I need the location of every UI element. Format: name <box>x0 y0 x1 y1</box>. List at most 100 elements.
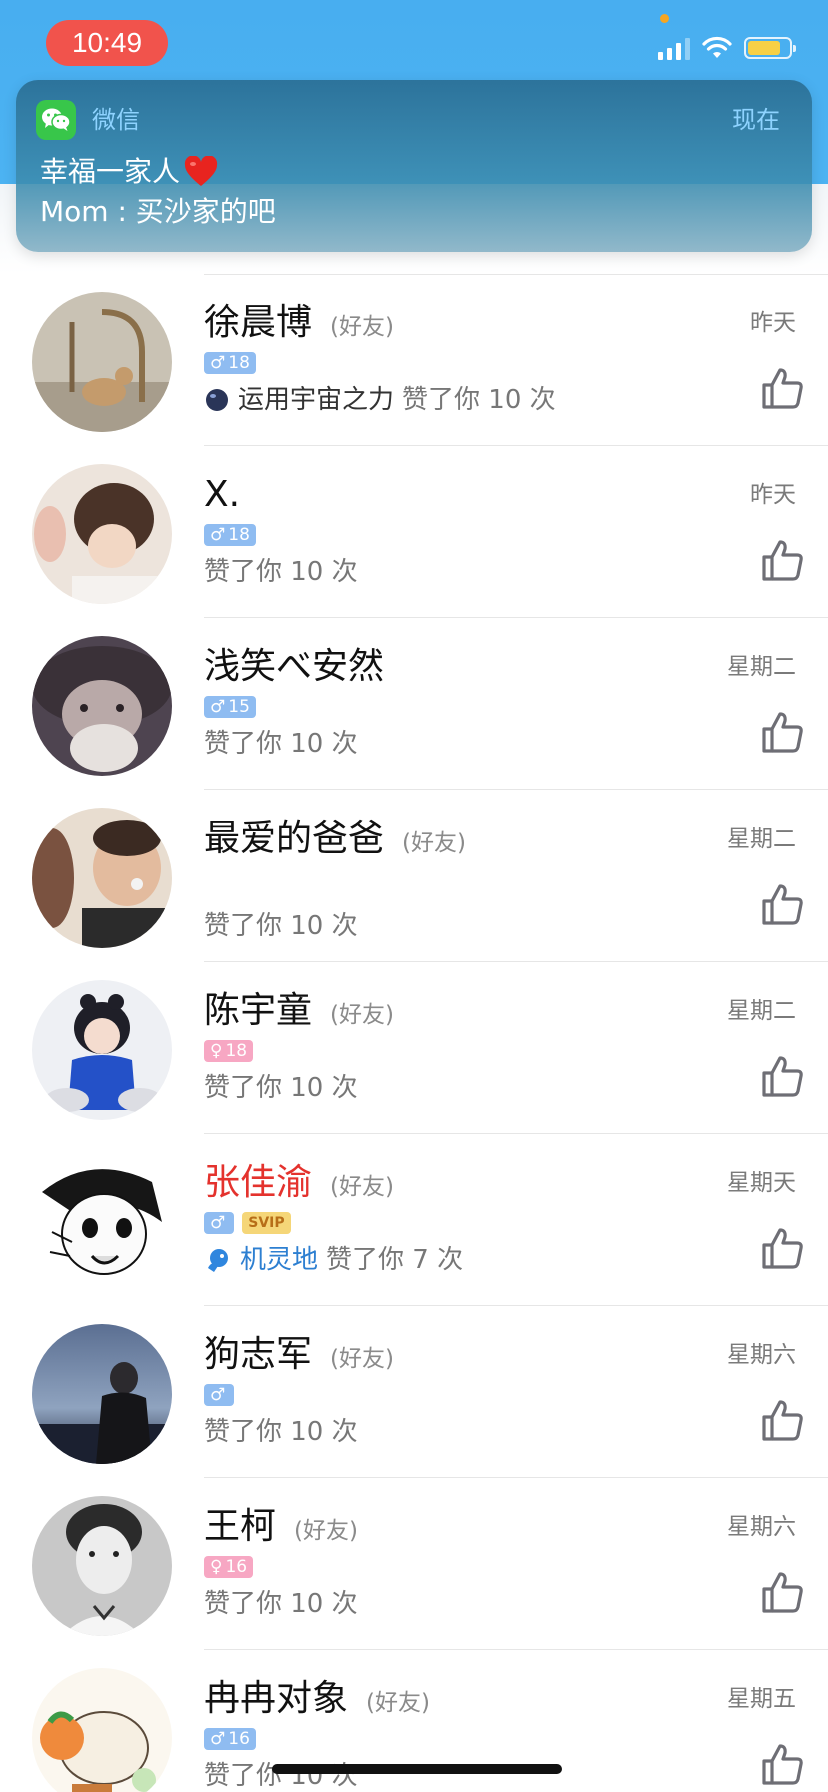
like-summary: 赞了你 10 次 <box>204 1068 358 1108</box>
gender-symbol: ♂ <box>210 1729 226 1749</box>
group-name[interactable]: 运用宇宙之力 <box>238 380 394 420</box>
user-name[interactable]: X. <box>204 472 240 518</box>
like-row[interactable]: X. 昨天 ♂ 18 赞了你 10 次 <box>0 446 828 618</box>
red-heart-icon <box>184 156 218 186</box>
name-line: 徐晨博 (好友) <box>204 300 394 346</box>
like-count-text: 赞了你 10 次 <box>204 911 358 941</box>
like-count-text: 赞了你 10 次 <box>204 729 358 759</box>
planet-icon <box>206 389 228 411</box>
gender-age-badge: ♀ 16 <box>204 1556 254 1578</box>
like-count-text: 赞了你 10 次 <box>402 385 556 415</box>
like-row[interactable]: 王柯 (好友) 星期六 ♀ 16 赞了你 10 次 <box>0 1478 828 1650</box>
gender-age-badge: ♂ 18 <box>204 524 256 546</box>
gender-symbol: ♂ <box>210 525 226 545</box>
badges: ♂ 16 <box>204 1728 256 1750</box>
gender-age-badge: ♂ 15 <box>204 696 256 718</box>
like-summary: 赞了你 10 次 <box>204 1584 358 1624</box>
user-name[interactable]: 王柯 <box>204 1504 276 1550</box>
user-name[interactable]: 冉冉对象 <box>204 1676 348 1722</box>
user-name[interactable]: 最爱的爸爸 <box>204 816 384 862</box>
avatar[interactable] <box>32 292 172 432</box>
like-date: 星期五 <box>727 1686 796 1712</box>
like-row[interactable]: 张佳渝 (好友) 星期天 ♂ SVIP 机灵地 赞了你 7 次 <box>0 1134 828 1306</box>
notification-title-text: 幸福一家人 <box>40 155 181 188</box>
status-time: 10:49 <box>71 27 143 58</box>
gender-age-badge: ♂ <box>204 1384 235 1406</box>
user-name[interactable]: 浅笑べ安然 <box>204 644 384 690</box>
thumbs-up-icon[interactable] <box>760 1742 804 1786</box>
wechat-notification-banner[interactable]: 微信 现在 幸福一家人 Mom : 买沙家的吧 <box>16 80 812 252</box>
like-row[interactable]: 陈宇童 (好友) 星期二 ♀ 18 赞了你 10 次 <box>0 962 828 1134</box>
battery-icon <box>744 37 796 59</box>
avatar[interactable] <box>32 808 172 948</box>
like-row[interactable]: 最爱的爸爸 (好友) 星期二 赞了你 10 次 <box>0 790 828 962</box>
home-indicator[interactable] <box>272 1764 562 1774</box>
like-row[interactable]: 浅笑べ安然 星期二 ♂ 15 赞了你 10 次 <box>0 618 828 790</box>
thumbs-up-icon[interactable] <box>760 882 804 926</box>
badges: ♀ 18 <box>204 1040 254 1062</box>
like-summary: 赞了你 10 次 <box>204 552 358 592</box>
friend-tag: (好友) <box>330 1002 394 1028</box>
like-summary: 赞了你 10 次 <box>204 1756 358 1792</box>
thumbs-up-icon[interactable] <box>760 710 804 754</box>
thumbs-up-icon[interactable] <box>760 1226 804 1270</box>
age-text: 18 <box>228 525 250 545</box>
like-date: 昨天 <box>750 310 796 336</box>
user-name[interactable]: 陈宇童 <box>204 988 312 1034</box>
avatar[interactable] <box>32 1496 172 1636</box>
user-name[interactable]: 徐晨博 <box>204 300 312 346</box>
name-line: 狗志军 (好友) <box>204 1332 394 1378</box>
name-line: 浅笑べ安然 <box>204 644 402 690</box>
name-line: 张佳渝 (好友) <box>204 1160 394 1206</box>
friend-tag: (好友) <box>366 1690 430 1716</box>
like-count-text: 赞了你 10 次 <box>204 1589 358 1619</box>
name-line: 王柯 (好友) <box>204 1504 358 1550</box>
thumbs-up-icon[interactable] <box>760 1054 804 1098</box>
avatar[interactable] <box>32 980 172 1120</box>
like-date: 星期二 <box>727 654 796 680</box>
thumbs-up-icon[interactable] <box>760 1570 804 1614</box>
svip-badge: SVIP <box>242 1212 291 1234</box>
avatar[interactable] <box>32 1668 172 1792</box>
like-date: 星期六 <box>727 1514 796 1540</box>
friend-tag: (好友) <box>294 1518 358 1544</box>
status-time-pill[interactable]: 10:49 <box>46 20 168 66</box>
like-summary: 机灵地 赞了你 7 次 <box>204 1240 463 1280</box>
user-name[interactable]: 张佳渝 <box>204 1160 312 1206</box>
friend-tag: (好友) <box>330 314 394 340</box>
like-date: 星期二 <box>727 998 796 1024</box>
thumbs-up-icon[interactable] <box>760 366 804 410</box>
gender-symbol: ♂ <box>210 353 226 373</box>
gender-age-badge: ♂ <box>204 1212 235 1234</box>
age-text: 16 <box>228 1729 250 1749</box>
gender-symbol: ♂ <box>210 697 226 717</box>
avatar[interactable] <box>32 1324 172 1464</box>
like-date: 星期天 <box>727 1170 796 1196</box>
like-summary: 运用宇宙之力 赞了你 10 次 <box>204 380 556 420</box>
like-count-text: 赞了你 10 次 <box>204 1761 358 1791</box>
avatar[interactable] <box>32 636 172 776</box>
badges: ♂ <box>204 1384 235 1406</box>
like-date: 星期二 <box>727 826 796 852</box>
thumbs-up-icon[interactable] <box>760 1398 804 1442</box>
wechat-icon <box>36 100 76 140</box>
name-line: 陈宇童 (好友) <box>204 988 394 1034</box>
age-text: 15 <box>228 697 250 717</box>
gender-symbol: ♀ <box>210 1041 223 1061</box>
avatar[interactable] <box>32 1152 172 1292</box>
name-line: 最爱的爸爸 (好友) <box>204 816 466 862</box>
group-name[interactable]: 机灵地 <box>240 1240 318 1280</box>
like-count-text: 赞了你 7 次 <box>326 1245 464 1275</box>
user-name[interactable]: 狗志军 <box>204 1332 312 1378</box>
blue-pet-icon <box>208 1249 228 1272</box>
avatar[interactable] <box>32 464 172 604</box>
status-icons <box>658 34 796 62</box>
like-row[interactable]: 徐晨博 (好友) 昨天 ♂ 18 运用宇宙之力 赞了你 10 次 <box>0 274 828 446</box>
name-line: 冉冉对象 (好友) <box>204 1676 430 1722</box>
badges: ♂ 18 <box>204 524 256 546</box>
thumbs-up-icon[interactable] <box>760 538 804 582</box>
notification-title: 幸福一家人 <box>40 152 218 192</box>
like-row[interactable]: 狗志军 (好友) 星期六 ♂ 赞了你 10 次 <box>0 1306 828 1478</box>
friend-tag: (好友) <box>330 1346 394 1372</box>
wifi-icon <box>702 36 732 58</box>
